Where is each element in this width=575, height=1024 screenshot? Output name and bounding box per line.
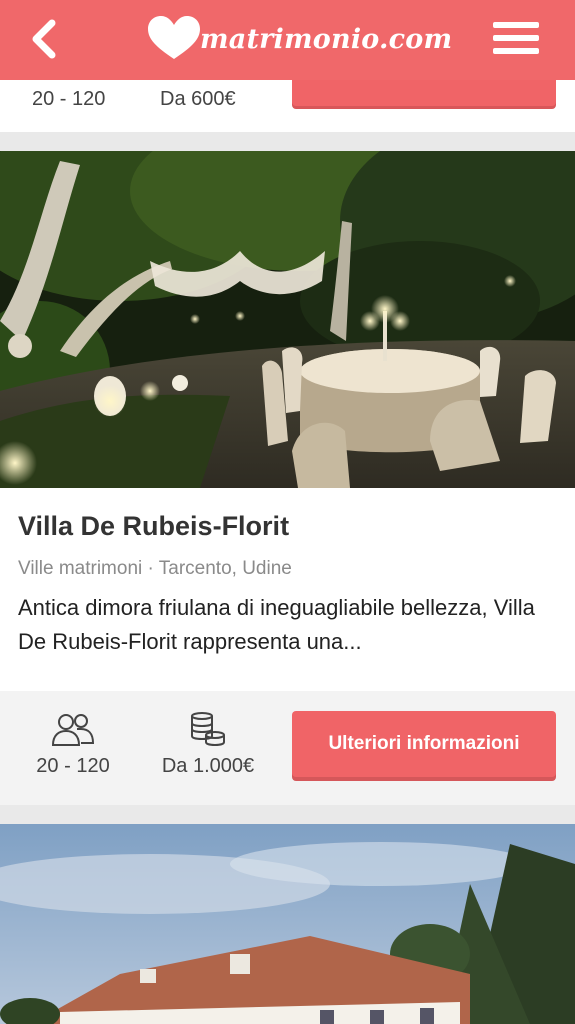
next-venue-card[interactable] — [0, 824, 575, 1024]
hamburger-menu-icon — [493, 22, 539, 28]
menu-button[interactable] — [493, 22, 539, 58]
logo-text: matrimonio.com — [200, 23, 453, 55]
next-venue-photo — [0, 824, 575, 1024]
previous-capacity: 20 - 120 — [32, 88, 106, 110]
venue-photo[interactable] — [0, 151, 575, 488]
venue-capacity: 20 - 120 — [36, 755, 110, 777]
matrimonio-logo[interactable]: matrimonio.com — [146, 14, 452, 64]
previous-more-info-button[interactable] — [292, 80, 556, 106]
venue-subtitle: Ville matrimoni · Tarcento, Udine — [18, 558, 292, 579]
venue-price: Da 1.000€ — [161, 755, 255, 777]
back-button[interactable] — [22, 14, 72, 64]
capacity-stat: 20 - 120 — [28, 711, 118, 778]
app-header: matrimonio.com — [0, 0, 575, 80]
heart-logo-icon — [148, 16, 200, 59]
previous-venue-card: 20 - 120 Da 600€ — [0, 80, 575, 132]
more-info-button[interactable]: Ulteriori informazioni — [292, 711, 556, 777]
coins-icon — [191, 712, 225, 747]
venue-description: Antica dimora friulana di ineguagliabile… — [18, 595, 535, 654]
venue-photo-illustration — [0, 151, 575, 488]
price-stat: Da 1.000€ — [150, 711, 266, 778]
chevron-left-icon — [32, 19, 56, 59]
venue-card[interactable]: Villa De Rubeis-Florit Ville matrimoni ·… — [0, 151, 575, 805]
venue-card-footer: 20 - 120 Da 1.000€ Ulteriori informazion… — [0, 691, 575, 805]
previous-price: Da 600€ — [160, 88, 236, 110]
guests-icon — [51, 714, 95, 746]
venue-title[interactable]: Villa De Rubeis-Florit — [18, 511, 289, 542]
